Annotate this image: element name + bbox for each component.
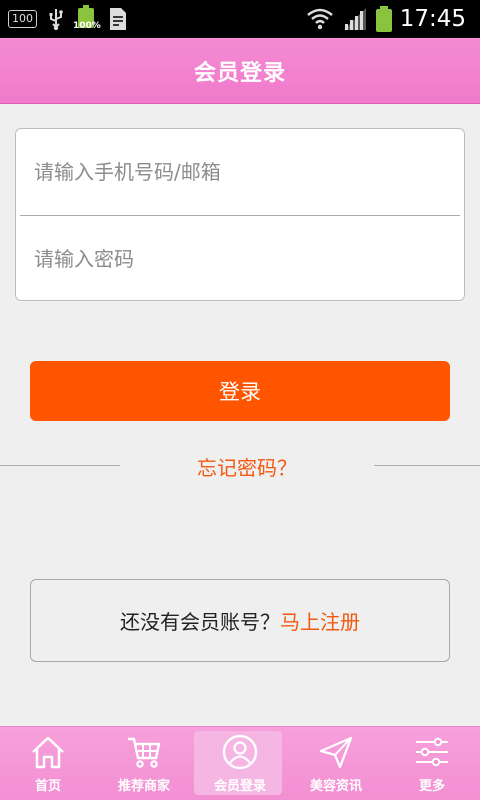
login-form	[15, 128, 465, 301]
bottom-nav: 首页 推荐商家 会员登录 美容资讯 更多	[0, 726, 480, 800]
user-icon	[222, 734, 258, 770]
status-time: 17:45	[399, 6, 466, 32]
sliders-icon	[416, 737, 448, 767]
status-right-icons: 17:45	[306, 4, 466, 34]
app-header: 会员登录	[0, 38, 480, 104]
page-title: 会员登录	[193, 60, 286, 86]
shopping-cart-icon	[128, 737, 161, 768]
battery-icon	[375, 6, 392, 32]
nav-label-member-login: 会员登录	[213, 779, 266, 794]
register-box: 还没有会员账号？ 马上注册	[30, 579, 450, 662]
usb-icon	[49, 9, 63, 31]
nav-label-recommended-merchants: 推荐商家	[117, 779, 170, 794]
register-prompt: 还没有会员账号？	[120, 610, 280, 634]
forgot-password-link[interactable]: 忘记密码？	[120, 452, 374, 481]
battery-small-percent: 100%	[73, 21, 101, 31]
login-button[interactable]: 登录	[30, 361, 450, 421]
nav-item-beauty-news[interactable]: 美容资讯	[288, 727, 384, 800]
nav-item-home[interactable]: 首页	[0, 727, 96, 800]
notification-badge: 100	[8, 10, 37, 28]
nav-item-member-login[interactable]: 会员登录	[192, 727, 288, 800]
nav-item-recommended-merchants[interactable]: 推荐商家	[96, 727, 192, 800]
register-link[interactable]: 马上注册	[280, 606, 360, 635]
nav-label-beauty-news: 美容资讯	[309, 779, 362, 794]
nav-label-more: 更多	[418, 779, 445, 794]
signal-icon	[343, 8, 366, 30]
status-bar: 100 100% 17:45	[0, 0, 480, 38]
password-input[interactable]	[16, 216, 464, 300]
wifi-icon	[306, 8, 333, 30]
status-left-icons: 100 100%	[8, 5, 129, 33]
divider-line-right	[374, 465, 480, 466]
home-icon	[32, 736, 64, 769]
phone-email-input[interactable]	[16, 129, 464, 215]
paper-plane-icon	[319, 736, 353, 769]
battery-small-icon: 100%	[73, 5, 101, 33]
nav-item-more[interactable]: 更多	[384, 727, 480, 800]
nav-label-home: 首页	[34, 779, 61, 794]
divider-line-left	[0, 465, 120, 466]
document-icon	[110, 8, 126, 30]
forgot-password-row: 忘记密码？	[0, 446, 480, 486]
